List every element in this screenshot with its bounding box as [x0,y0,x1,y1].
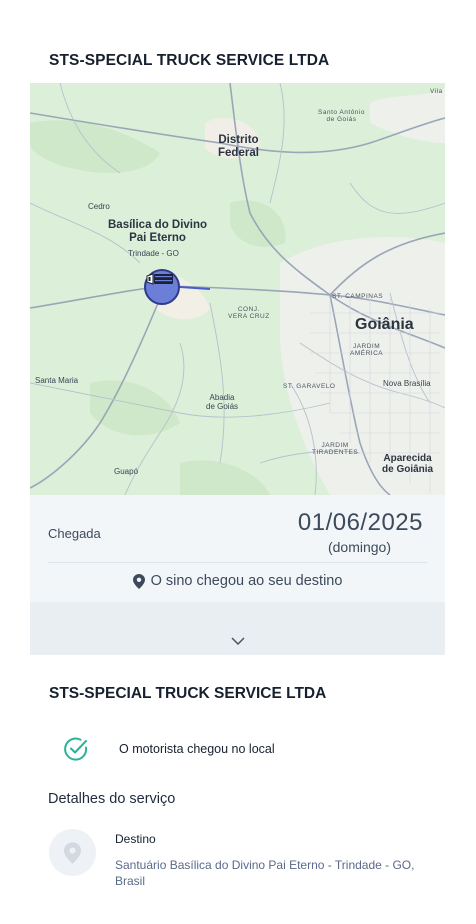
map-label-jardim-america: JARDIM AMÉRICA [350,343,384,358]
company-title: STS-SPECIAL TRUCK SERVICE LTDA [49,52,330,69]
map-label-vila: Vila [430,88,443,95]
details-title: Detalhes do serviço [48,791,176,807]
map-label-st-campinas: ST. CAMPINAS [332,293,384,300]
map-label-conj-vera-cruz: CONJ. VERA CRUZ [228,306,270,321]
route-map[interactable]: Distrito Federal Santo Antônio de Goiás … [30,83,445,495]
location-pin-icon [132,573,145,589]
map-label-santa-maria: Santa Maria [35,376,79,385]
map-label-abadia: Abadia de Goiás [206,393,239,411]
map-label-cedro: Cedro [88,202,110,211]
map-label-trindade: Trindade - GO [128,249,179,258]
map-label-nova-brasilia: Nova Brasília [383,379,431,388]
arrival-status-text: O sino chegou ao seu destino [150,573,343,589]
summary-company-title: STS-SPECIAL TRUCK SERVICE LTDA [49,685,327,702]
driver-status-row: O motorista chegou no local [63,736,275,762]
map-label-basilica: Basílica do Divino Pai Eterno [108,219,208,244]
map-label-distrito-federal: Distrito Federal [218,134,259,159]
truck-icon [146,273,173,285]
map-label-aparecida: Aparecida de Goiânia [382,453,434,475]
arrival-label: Chegada [48,526,101,541]
map-label-santo-antonio: Santo Antônio de Goiás [318,109,365,124]
arrival-status: O sino chegou ao seu destino [30,573,445,589]
arrival-weekday: (domingo) [327,539,391,555]
arrival-panel: Chegada 01/06/2025 (domingo) O sino cheg… [30,495,445,602]
destination-value: Santuário Basílica do Divino Pai Eterno … [115,858,415,889]
driver-status-text: O motorista chegou no local [119,742,275,756]
map-label-st-garavelo: ST. GARAVELO [283,383,336,390]
divider [48,562,427,563]
expand-toggle[interactable] [30,602,445,655]
vehicle-marker[interactable] [144,269,180,305]
destination-icon-badge [49,829,96,876]
map-label-jardim-tiradentes: JARDIM TIRADENTES [312,442,359,457]
chevron-down-icon [230,637,245,645]
location-pin-icon [64,841,81,864]
map-label-guapo: Guapó [114,467,139,476]
map-label-goiania: Goiânia [355,316,414,333]
check-circle-icon [64,737,88,761]
arrival-date: 01/06/2025 [297,509,423,536]
destination-label: Destino [115,832,156,846]
